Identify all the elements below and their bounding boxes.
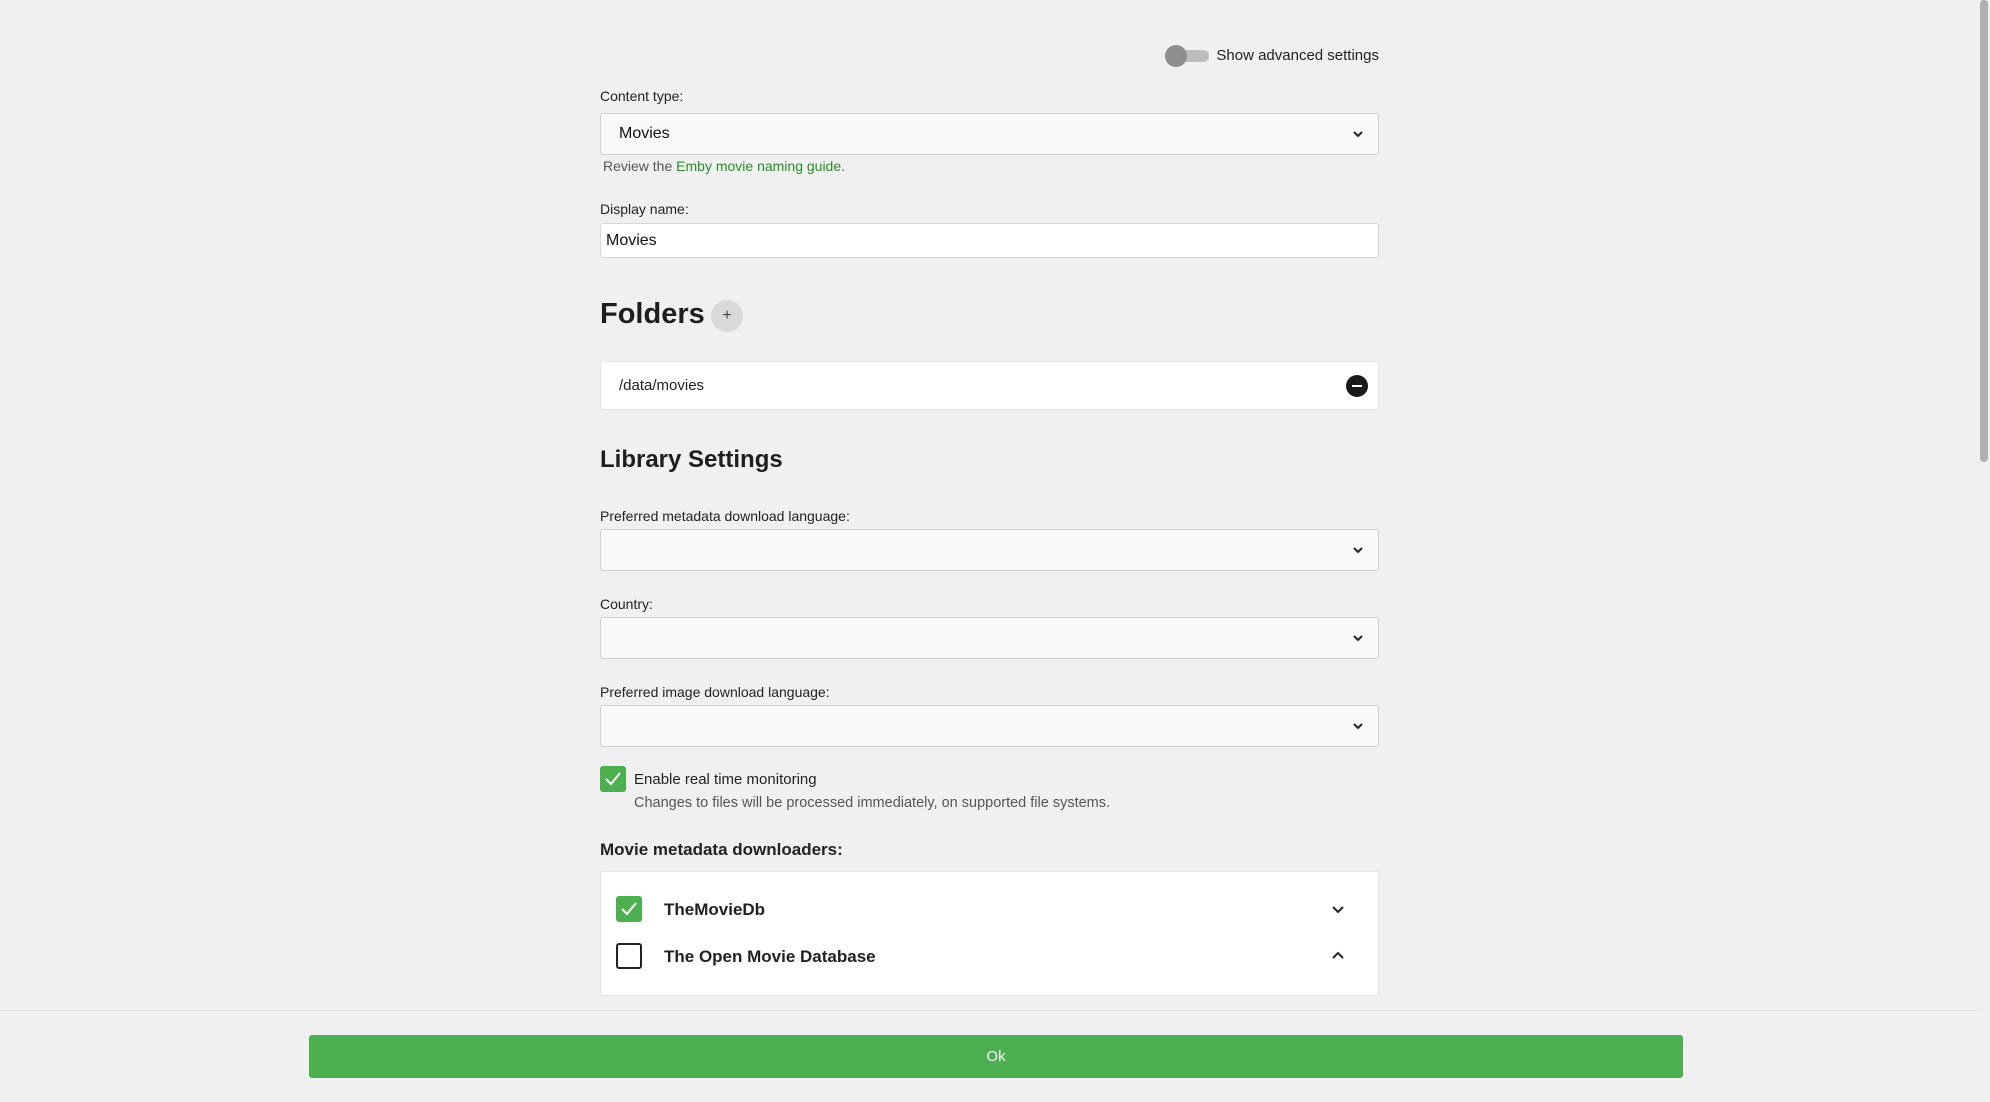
metadata-language-label: Preferred metadata download language: [600,508,850,524]
naming-guide-helper: Review the Emby movie naming guide. [603,158,845,174]
ok-button[interactable]: Ok [309,1035,1683,1078]
downloader-name: TheMovieDb [664,900,766,919]
downloader-checkbox[interactable] [616,943,642,969]
content-type-label: Content type: [600,88,684,104]
advanced-settings-toggle[interactable] [1165,45,1210,67]
image-language-select[interactable] [600,705,1379,747]
chevron-down-icon [1353,547,1363,554]
library-settings-heading: Library Settings [600,446,783,473]
realtime-monitoring-description: Changes to files will be processed immed… [634,795,1111,811]
downloader-checkbox[interactable] [616,896,642,922]
toggle-knob [1165,45,1188,67]
remove-folder-icon[interactable] [1346,375,1368,397]
downloader-name: The Open Movie Database [664,947,876,966]
content-type-value: Movies [619,125,670,142]
display-name-value: Movies [606,231,657,249]
content-type-select[interactable]: Movies [600,113,1379,155]
image-language-label: Preferred image download language: [600,684,830,700]
checkmark-icon [621,902,637,916]
chevron-down-icon [1353,131,1363,138]
scrollbar-thumb[interactable] [1980,0,1988,462]
downloaders-list: TheMovieDb The Open Movie Database [600,871,1379,996]
downloaders-heading: Movie metadata downloaders: [600,840,843,859]
add-folder-button[interactable]: + [711,300,743,332]
realtime-monitoring-checkbox[interactable] [600,766,626,792]
folders-heading: Folders [600,298,705,330]
downloader-row-themoviedb: TheMovieDb [616,892,1366,926]
helper-prefix: Review the [603,158,677,174]
scrollbar[interactable] [1978,0,1990,1102]
realtime-monitoring-label: Enable real time monitoring [634,771,817,788]
chevron-down-icon[interactable] [1330,901,1346,917]
advanced-settings-label: Show advanced settings [1216,46,1379,64]
helper-suffix: . [841,158,846,174]
downloader-row-omdb: The Open Movie Database [616,939,1366,973]
display-name-label: Display name: [600,201,689,217]
chevron-down-icon [1353,723,1363,730]
folder-path: /data/movies [619,377,705,394]
country-select[interactable] [600,617,1379,659]
naming-guide-link[interactable]: Emby movie naming guide [676,158,841,174]
advanced-settings-row: Show advanced settings [1165,45,1379,67]
chevron-up-icon[interactable] [1330,948,1346,964]
dialog-footer: Ok [0,1010,1978,1102]
display-name-input[interactable]: Movies [600,223,1379,258]
scroll-area: Show advanced settings Content type: Mov… [0,0,1978,1010]
checkmark-icon [605,772,621,786]
folder-item: /data/movies [600,361,1379,410]
country-label: Country: [600,596,653,612]
chevron-down-icon [1353,635,1363,642]
metadata-language-select[interactable] [600,529,1379,571]
